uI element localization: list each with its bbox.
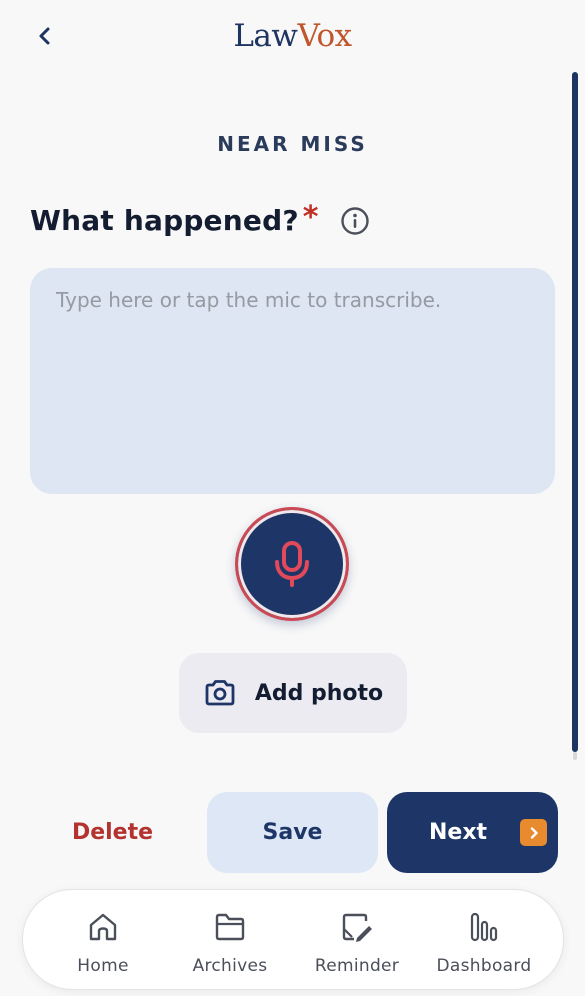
app-logo: LawVox [0, 16, 585, 56]
camera-icon [205, 680, 235, 706]
logo-vox: Vox [297, 18, 352, 54]
nav-item-dashboard[interactable]: Dashboard [420, 890, 548, 991]
info-icon [341, 206, 370, 235]
scrollbar-thumb[interactable] [572, 72, 578, 752]
nav-label-archives: Archives [192, 956, 268, 976]
nav-item-archives[interactable]: Archives [166, 890, 294, 991]
folder-icon [214, 910, 246, 944]
home-icon [87, 910, 119, 944]
question-row: What happened? * [30, 200, 370, 237]
next-label: Next [429, 820, 488, 845]
required-marker: * [302, 200, 319, 235]
nav-label-dashboard: Dashboard [436, 956, 532, 976]
section-title: NEAR MISS [217, 132, 368, 156]
add-photo-button[interactable]: Add photo [179, 653, 407, 733]
nav-item-reminder[interactable]: Reminder [293, 890, 421, 991]
add-photo-label: Add photo [254, 680, 384, 706]
delete-button[interactable]: Delete [30, 792, 195, 873]
action-row: Delete Save Next [0, 792, 585, 873]
next-button[interactable]: Next [387, 792, 558, 873]
info-button[interactable] [340, 206, 370, 236]
scrollbar-track [573, 752, 577, 760]
microphone-icon [275, 541, 309, 587]
save-button[interactable]: Save [207, 792, 378, 873]
nav-label-home: Home [77, 956, 129, 976]
description-textarea[interactable] [30, 268, 555, 494]
app-header: LawVox [0, 0, 585, 72]
mic-button[interactable] [235, 507, 349, 621]
question-label: What happened? [30, 204, 299, 237]
bottom-nav: Home Archives Reminder Dashboard [22, 889, 564, 990]
logo-law: Law [233, 18, 298, 54]
chevron-right-icon [520, 819, 547, 846]
nav-label-reminder: Reminder [314, 956, 400, 976]
nav-item-home[interactable]: Home [39, 890, 167, 991]
bar-chart-icon [469, 910, 499, 944]
note-edit-icon [340, 910, 374, 944]
